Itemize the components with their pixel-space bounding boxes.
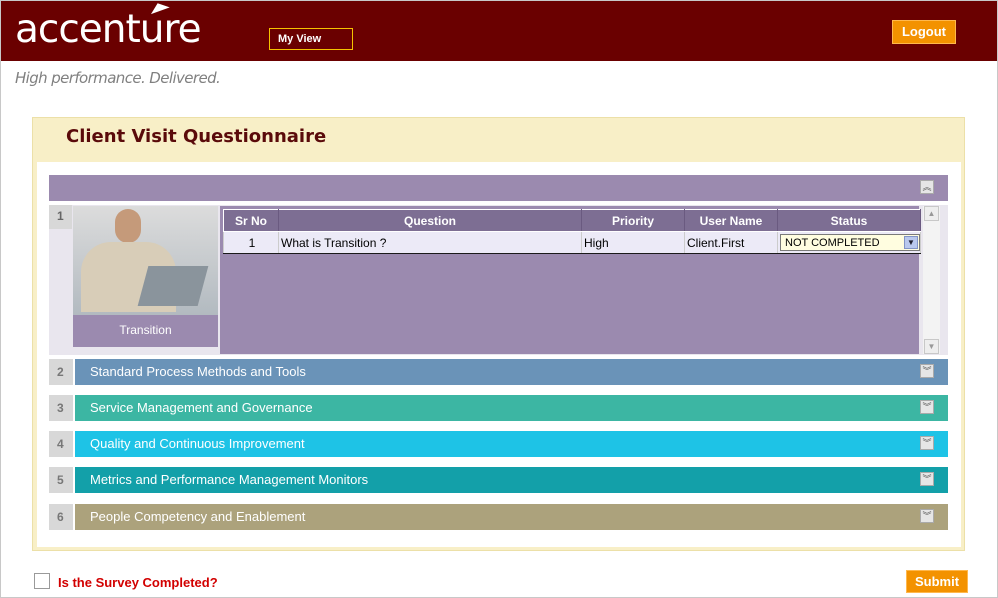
section-1-body: 1 Transition Sr No Question Priority Use… [49,205,948,355]
column-header: Sr No [223,209,279,232]
sr-no-cell: 1 [223,231,279,254]
chevron-down-double-icon[interactable]: ︾ [920,436,934,450]
status-value: NOT COMPLETED [785,237,880,249]
question-cell: What is Transition ? [278,231,582,254]
panel-body: ︽ 1 Transition Sr No Question Priority U… [37,162,961,547]
section-6[interactable]: 6 People Competency and Enablement ︾ [49,504,948,530]
tagline: High performance. Delivered. [15,69,221,87]
chevron-down-double-icon[interactable]: ︾ [920,400,934,414]
questions-area: Sr No Question Priority User Name Status… [220,206,921,354]
table-header-row: Sr No Question Priority User Name Status [223,209,921,232]
chevron-down-double-icon[interactable]: ︾ [920,364,934,378]
submit-button[interactable]: Submit [906,570,968,593]
laptop-shape [137,266,209,306]
scroll-up-icon[interactable]: ▲ [924,206,939,221]
survey-completed-checkbox[interactable] [34,573,50,589]
section-title[interactable]: Service Management and Governance [75,395,948,421]
section-title[interactable]: Quality and Continuous Improvement [75,431,948,457]
status-select[interactable]: NOT COMPLETED ▼ [780,234,920,251]
column-header: Priority [581,209,685,232]
section-2[interactable]: 2 Standard Process Methods and Tools ︾ [49,359,948,385]
questionnaire-panel: Client Visit Questionnaire ︽ 1 Transitio… [32,117,965,551]
chevron-down-double-icon[interactable]: ︾ [920,472,934,486]
user-name-cell: Client.First [684,231,778,254]
section-number: 4 [49,431,73,457]
priority-cell: High [581,231,685,254]
chevron-down-icon[interactable]: ▼ [904,236,918,249]
vertical-scrollbar[interactable]: ▲ ▼ [923,206,940,354]
survey-completed-label: Is the Survey Completed? [58,575,218,590]
table-row: 1 What is Transition ? High Client.First… [223,231,921,254]
logout-button[interactable]: Logout [892,20,956,44]
accenture-logo: accenture [15,7,202,52]
section-number: 3 [49,395,73,421]
column-header: Status [777,209,921,232]
section-title[interactable]: People Competency and Enablement [75,504,948,530]
page-title: Client Visit Questionnaire [66,126,327,147]
section-5[interactable]: 5 Metrics and Performance Management Mon… [49,467,948,493]
my-view-button[interactable]: My View [269,28,353,50]
section-1-header[interactable]: ︽ [49,175,948,201]
header-bar: accenture My View Logout [1,0,997,61]
chevron-up-icon[interactable]: ︽ [920,180,934,194]
section-number: 6 [49,504,73,530]
chevron-down-double-icon[interactable]: ︾ [920,509,934,523]
status-cell: NOT COMPLETED ▼ [777,231,921,254]
column-header: Question [278,209,582,232]
person-head [115,209,141,243]
image-caption: Transition [73,315,218,347]
section-number: 1 [49,205,72,229]
column-header: User Name [684,209,778,232]
section-title[interactable]: Metrics and Performance Management Monit… [75,467,948,493]
section-number: 5 [49,467,73,493]
section-3[interactable]: 3 Service Management and Governance ︾ [49,395,948,421]
section-title[interactable]: Standard Process Methods and Tools [75,359,948,385]
questions-table: Sr No Question Priority User Name Status… [223,209,921,254]
section-4[interactable]: 4 Quality and Continuous Improvement ︾ [49,431,948,457]
scroll-down-icon[interactable]: ▼ [924,339,939,354]
section-number: 2 [49,359,73,385]
